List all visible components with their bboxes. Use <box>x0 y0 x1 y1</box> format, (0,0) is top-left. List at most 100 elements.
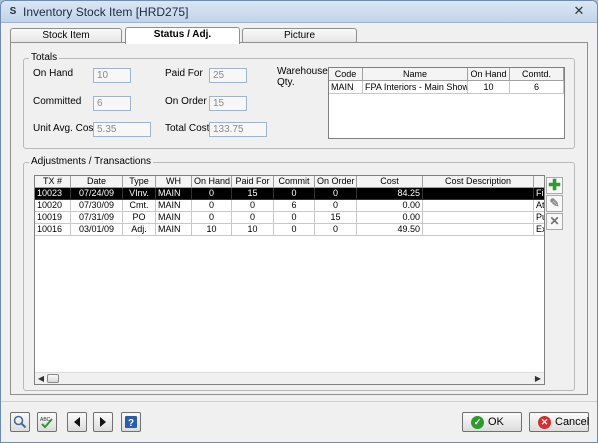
on-hand-label: On Hand <box>33 68 74 79</box>
paid-for-label: Paid For <box>165 68 203 79</box>
adjustments-table[interactable]: TX # Date Type WH On Hand Paid For Commi… <box>34 175 545 385</box>
divider <box>1 401 597 402</box>
adj-type-cell: PO <box>123 212 156 224</box>
adj-wh-cell: MAIN <box>156 224 192 236</box>
app-icon: S <box>9 6 17 17</box>
column-header[interactable]: Comtd. <box>510 68 564 81</box>
adj-type-cell: Adj. <box>123 224 156 236</box>
adj-tx-cell: 10019 <box>35 212 71 224</box>
column-header[interactable]: Name <box>363 68 468 81</box>
paid-for-field: 25 <box>209 68 247 83</box>
column-header[interactable]: Cost <box>357 176 423 188</box>
totals-title: Totals <box>29 52 60 63</box>
spellcheck-icon[interactable]: ABC <box>37 412 57 432</box>
wh-name-cell: FPA Interiors - Main Showro <box>363 81 468 94</box>
svg-text:?: ? <box>128 418 134 429</box>
adj-on-order-cell: 0 <box>315 200 357 212</box>
total-cost-label: Total Cost <box>165 123 210 134</box>
adj-on-hand-cell: 0 <box>192 212 232 224</box>
adj-on-hand-cell: 0 <box>192 188 232 200</box>
add-icon[interactable]: ✚ <box>546 177 563 194</box>
adj-desc-cell <box>423 200 534 212</box>
scroll-left-icon[interactable]: ◀ <box>36 374 46 384</box>
column-header[interactable]: Paid For <box>232 176 274 188</box>
column-header[interactable]: Commit <box>274 176 315 188</box>
adj-extra-cell: Pu <box>534 212 544 224</box>
column-header[interactable]: Date <box>71 176 123 188</box>
adj-type-cell: VInv. <box>123 188 156 200</box>
close-icon[interactable]: ✕ <box>571 3 587 19</box>
column-header[interactable]: WH <box>156 176 192 188</box>
inventory-stock-item-window: S Inventory Stock Item [HRD275] ✕ Stock … <box>0 0 598 443</box>
adj-extra-cell: Att <box>534 200 545 212</box>
adj-tx-cell: 10020 <box>35 200 71 212</box>
warehouse-header-row: Code Name On Hand Comtd. <box>329 68 564 81</box>
ok-check-icon: ✓ <box>471 416 484 429</box>
adj-extra-cell: Fir <box>534 188 544 200</box>
on-order-field: 15 <box>209 96 247 111</box>
adj-date-cell: 07/30/09 <box>71 200 123 212</box>
adj-desc-cell <box>423 212 534 224</box>
unit-avg-cost-field: 5.35 <box>93 122 151 137</box>
column-header[interactable]: Type <box>123 176 156 188</box>
wh-code-cell: MAIN <box>329 81 363 94</box>
scroll-right-icon[interactable]: ▶ <box>533 374 543 384</box>
table-row[interactable]: 1001603/01/09Adj.MAIN10100049.50Ex <box>35 224 544 236</box>
adj-date-cell: 07/31/09 <box>71 212 123 224</box>
prev-arrow-icon[interactable] <box>67 412 87 432</box>
adj-commit-cell: 0 <box>274 224 315 236</box>
adj-on-order-cell: 0 <box>315 224 357 236</box>
adj-extra-cell: Ex <box>534 224 544 236</box>
adj-wh-cell: MAIN <box>156 188 192 200</box>
table-row[interactable]: 1001907/31/09POMAIN000150.00Pu <box>35 212 544 224</box>
ok-button[interactable]: ✓ OK <box>462 412 522 432</box>
adj-desc-cell <box>423 224 534 236</box>
table-row[interactable]: 1002007/30/09Cmt.MAIN00600.00Att <box>35 200 545 212</box>
title-bar: S Inventory Stock Item [HRD275] ✕ <box>1 1 597 23</box>
adj-cost-cell: 0.00 <box>357 212 423 224</box>
tab-stock-item[interactable]: Stock Item <box>10 28 122 43</box>
warehouse-qty-label: Warehouse Qty. <box>277 66 328 88</box>
warehouse-table[interactable]: Code Name On Hand Comtd. MAIN FPA Interi… <box>328 67 565 139</box>
table-row[interactable]: 1002307/24/09VInv.MAIN0150084.25Fir <box>35 188 544 200</box>
help-icon[interactable]: ? <box>121 412 141 432</box>
on-order-label: On Order <box>165 96 207 107</box>
adj-type-cell: Cmt. <box>123 200 156 212</box>
adj-wh-cell: MAIN <box>156 200 192 212</box>
adj-cost-cell: 49.50 <box>357 224 423 236</box>
table-row[interactable]: MAIN FPA Interiors - Main Showro 10 6 <box>329 81 564 94</box>
adj-cost-cell: 84.25 <box>357 188 423 200</box>
adj-date-cell: 03/01/09 <box>71 224 123 236</box>
edit-pencil-icon[interactable]: ✎ <box>546 195 563 212</box>
adj-desc-cell <box>423 188 534 200</box>
horizontal-scrollbar[interactable]: ◀ ▶ <box>35 372 544 384</box>
column-header[interactable]: Cost Description <box>423 176 534 188</box>
adjustments-title: Adjustments / Transactions <box>29 156 154 167</box>
cancel-x-icon: ✕ <box>538 416 551 429</box>
adj-commit-cell: 0 <box>274 212 315 224</box>
cancel-label: Cancel <box>555 416 590 428</box>
tab-picture[interactable]: Picture <box>242 28 357 43</box>
column-header[interactable]: On Order <box>315 176 357 188</box>
column-header[interactable]: Code <box>329 68 363 81</box>
adj-cost-cell: 0.00 <box>357 200 423 212</box>
delete-x-icon[interactable]: ✕ <box>546 213 563 230</box>
adj-on-hand-cell: 10 <box>192 224 232 236</box>
cancel-button[interactable]: ✕ Cancel <box>529 412 589 432</box>
tab-status-adj[interactable]: Status / Adj. <box>125 27 240 44</box>
search-icon[interactable] <box>10 412 30 432</box>
adj-tx-cell: 10023 <box>35 188 71 200</box>
total-cost-field: 133.75 <box>209 122 267 137</box>
adj-on-order-cell: 15 <box>315 212 357 224</box>
committed-field: 6 <box>93 96 131 111</box>
column-header[interactable] <box>534 176 544 188</box>
scroll-thumb[interactable] <box>47 374 59 383</box>
ok-label: OK <box>488 416 504 428</box>
column-header[interactable]: On Hand <box>468 68 510 81</box>
column-header[interactable]: On Hand <box>192 176 232 188</box>
adj-tx-cell: 10016 <box>35 224 71 236</box>
adjustments-header-row: TX # Date Type WH On Hand Paid For Commi… <box>35 176 544 188</box>
column-header[interactable]: TX # <box>35 176 71 188</box>
next-arrow-icon[interactable] <box>93 412 113 432</box>
window-title: Inventory Stock Item [HRD275] <box>23 5 189 19</box>
